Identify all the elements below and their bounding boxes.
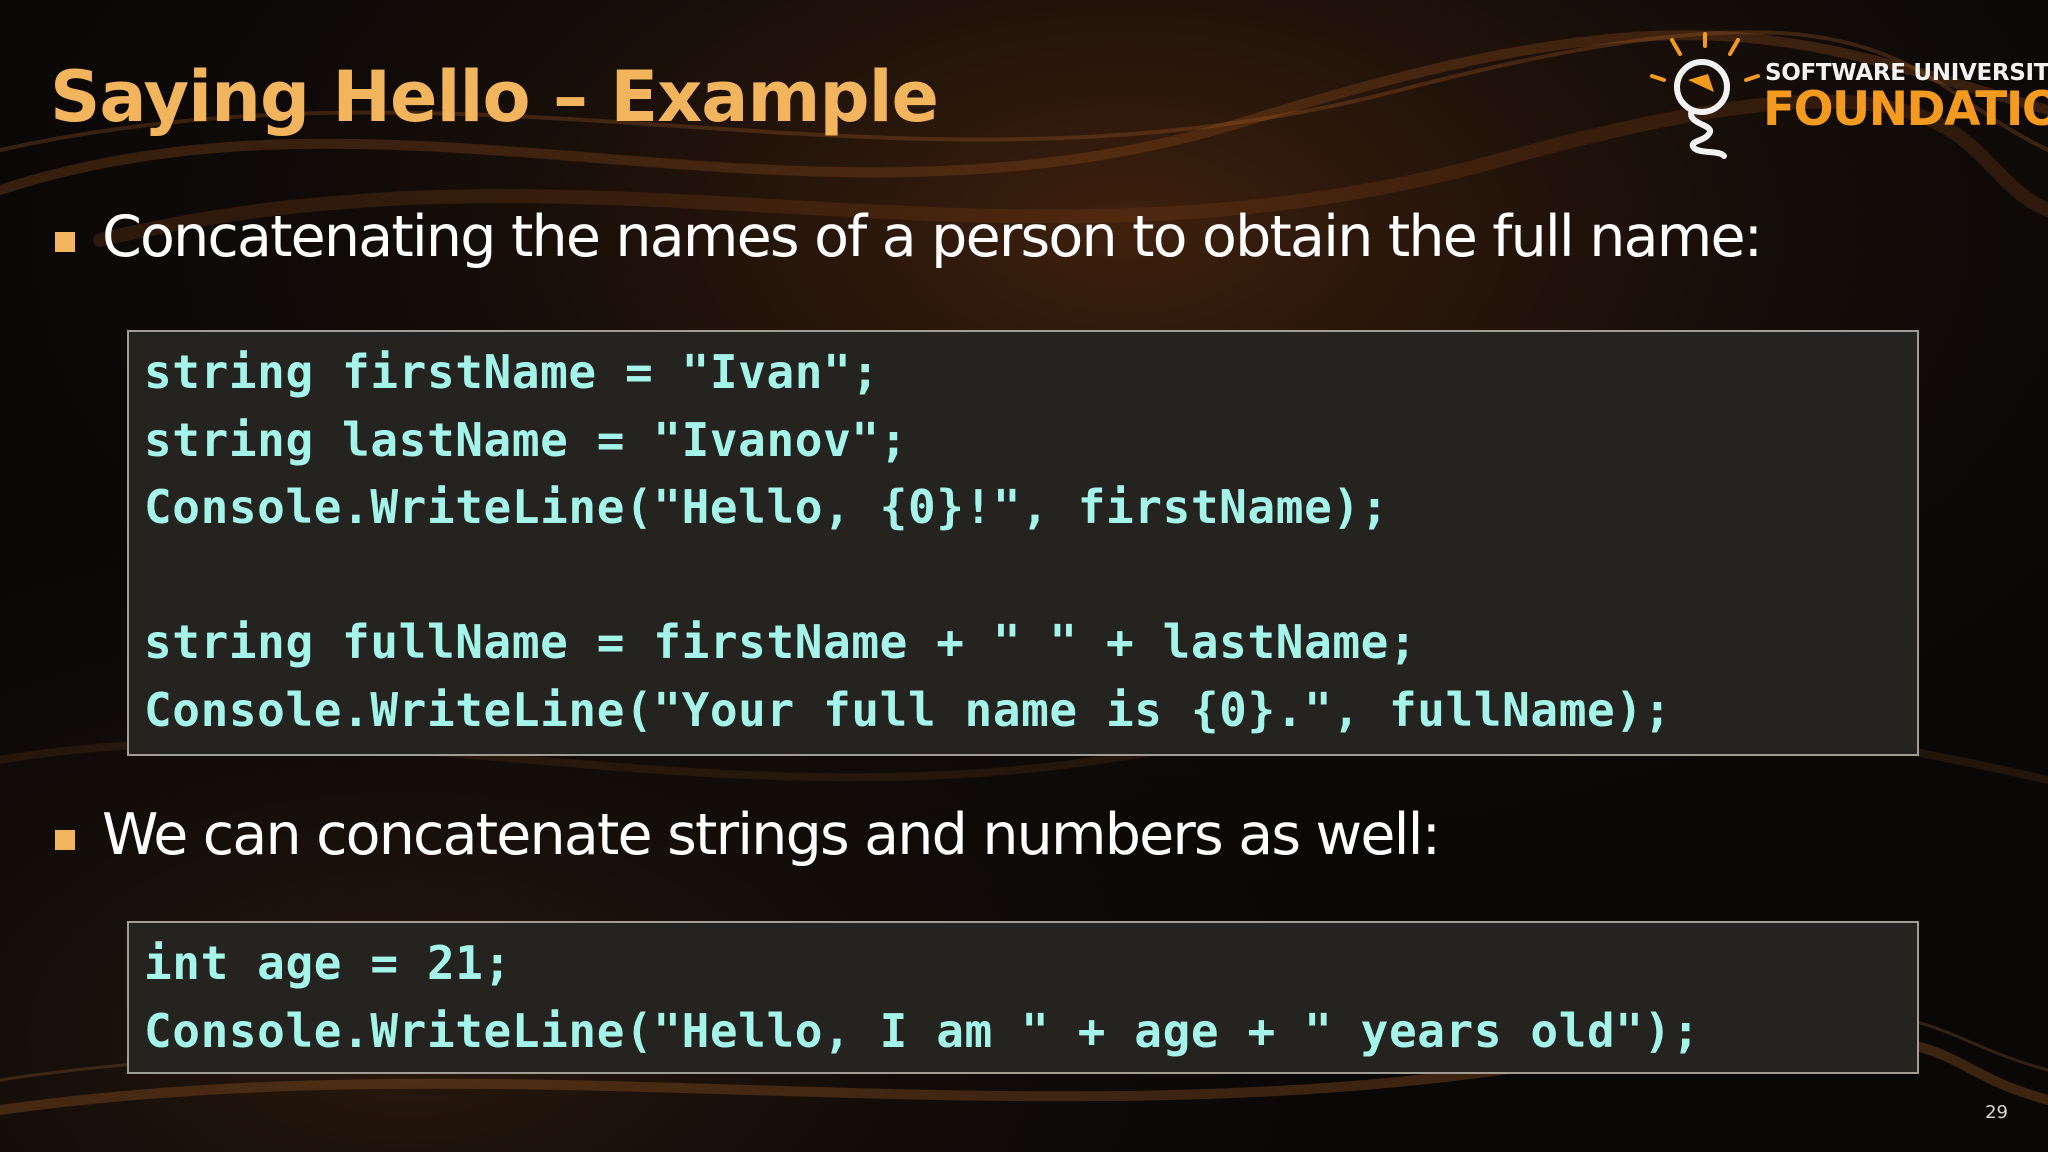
code-line: string firstName = "Ivan"; xyxy=(144,345,880,399)
lightbulb-icon xyxy=(1650,32,1760,159)
code-line: Console.WriteLine("Hello, {0}!", firstNa… xyxy=(144,480,1389,534)
code-line: Console.WriteLine("Your full name is {0}… xyxy=(144,682,1672,737)
bullet-marker xyxy=(55,830,75,850)
code-block: string firstName = "Ivan"; string lastNa… xyxy=(127,330,1919,756)
slide-title: Saying Hello – Example xyxy=(50,56,939,138)
code-line: string lastName = "Ivanov"; xyxy=(144,412,908,467)
code-line: int age = 21; xyxy=(144,936,512,990)
logo-text-foundation: FOUNDATION xyxy=(1763,82,2048,137)
bullet-marker xyxy=(55,232,75,252)
code-line: string fullName = firstName + " " + last… xyxy=(144,615,1418,669)
code-block: int age = 21; Console.WriteLine("Hello, … xyxy=(127,921,1919,1074)
bullet-text: We can concatenate strings and numbers a… xyxy=(102,802,1441,868)
softuni-foundation-logo: SOFTWARE UNIVERSITY FOUNDATION xyxy=(1650,32,2048,162)
bullet-text: Concatenating the names of a person to o… xyxy=(102,204,1763,270)
page-number: 29 xyxy=(1985,1102,2008,1123)
code-line: Console.WriteLine("Hello, I am " + age +… xyxy=(144,1003,1701,1058)
